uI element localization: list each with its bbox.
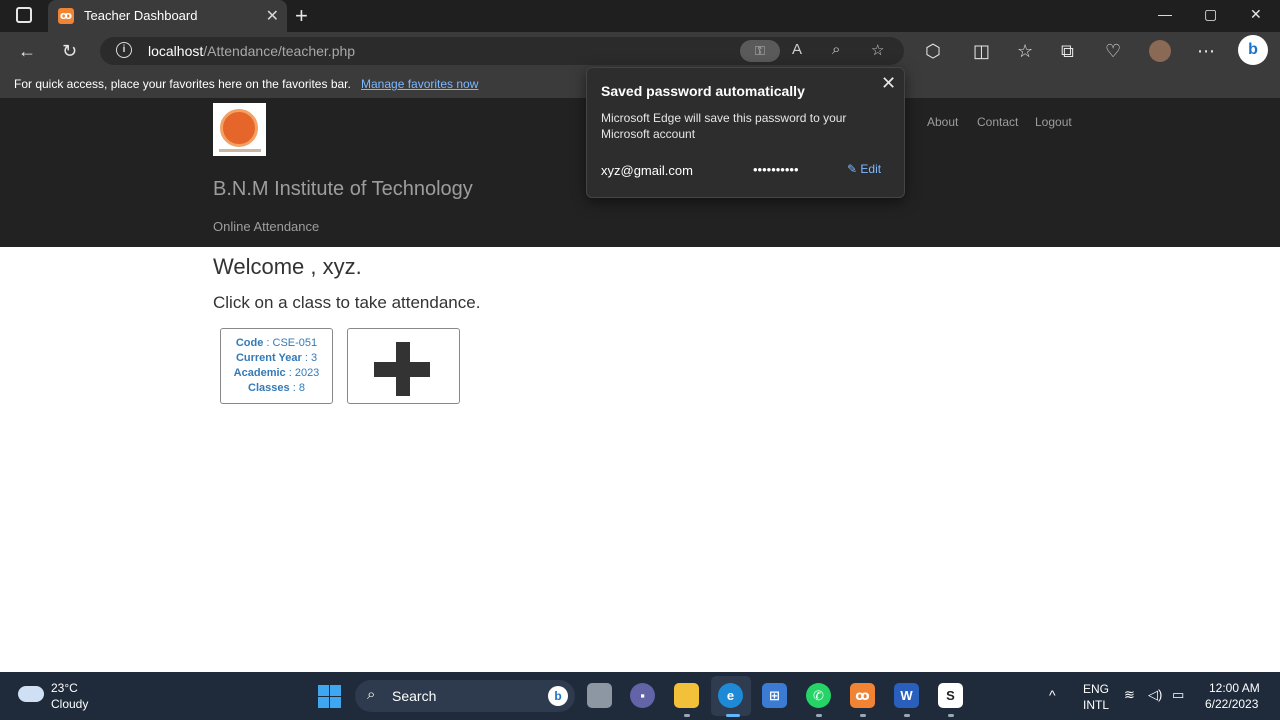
classes-label: Classes — [248, 382, 290, 394]
tab-close-icon[interactable]: ✕ — [266, 6, 279, 26]
profile-avatar[interactable] — [1149, 40, 1171, 62]
browser-tab-bar: ꝏ Teacher Dashboard ✕ + — ▢ ✕ — [0, 0, 1280, 32]
read-aloud-icon[interactable]: A — [792, 41, 802, 58]
window-close-icon[interactable]: ✕ — [1250, 6, 1262, 23]
show-hidden-icons-icon[interactable]: ^ — [1049, 687, 1056, 703]
weather-condition: Cloudy — [51, 697, 89, 711]
back-icon[interactable]: ← — [18, 40, 36, 62]
tab-title: Teacher Dashboard — [84, 8, 198, 23]
classes-value: 8 — [298, 382, 305, 394]
whatsapp-icon[interactable]: ✆ — [806, 683, 831, 708]
file-explorer-icon[interactable] — [674, 683, 699, 708]
clock-date[interactable]: 6/22/2023 — [1205, 697, 1258, 711]
popup-title: Saved password automatically — [601, 83, 805, 99]
url-text[interactable]: localhost/Attendance/teacher.php — [148, 43, 355, 59]
code-value: CSE-051 — [272, 337, 318, 349]
collections-icon[interactable]: ⧉ — [1061, 40, 1074, 62]
xampp-icon[interactable]: ꝏ — [850, 683, 875, 708]
split-screen-icon[interactable]: ◫ — [973, 40, 990, 62]
site-subtitle: Online Attendance — [213, 219, 320, 234]
word-icon[interactable]: W — [894, 683, 919, 708]
volume-icon[interactable]: ◁) — [1148, 687, 1162, 703]
wifi-icon[interactable]: ≋ — [1124, 687, 1135, 703]
search-label: Search — [392, 688, 437, 704]
academic-value: 2023 — [294, 367, 320, 379]
institute-logo[interactable] — [213, 103, 266, 156]
manage-favorites-link[interactable]: Manage favorites now — [361, 77, 478, 91]
task-view-icon[interactable] — [587, 683, 612, 708]
edit-password-button[interactable]: ✎ Edit — [847, 162, 881, 176]
start-button[interactable] — [318, 685, 341, 708]
sublime-text-icon[interactable]: S — [938, 683, 963, 708]
language-bottom[interactable]: INTL — [1083, 698, 1109, 712]
browser-essentials-icon[interactable]: ♡ — [1105, 40, 1121, 62]
microsoft-store-icon[interactable]: ⊞ — [762, 683, 787, 708]
welcome-heading: Welcome , xyz. — [213, 254, 362, 279]
nav-contact[interactable]: Contact — [977, 115, 1018, 129]
site-info-icon[interactable]: i — [116, 42, 132, 58]
favorites-bar-message: For quick access, place your favorites h… — [14, 77, 351, 91]
nav-about[interactable]: About — [927, 115, 958, 129]
zoom-icon[interactable]: ⌕ — [832, 41, 840, 58]
favorite-star-icon[interactable]: ☆ — [871, 41, 884, 59]
popup-close-icon[interactable]: ✕ — [881, 73, 896, 94]
add-class-button[interactable] — [347, 328, 460, 404]
teams-chat-icon[interactable]: ▪ — [630, 683, 655, 708]
new-tab-icon[interactable]: + — [295, 3, 308, 29]
weather-temperature: 23°C — [51, 681, 78, 695]
saved-email: xyz@gmail.com — [601, 163, 693, 178]
instruction-text: Click on a class to take attendance. — [213, 293, 481, 312]
year-label: Current Year — [235, 352, 302, 364]
minimize-icon[interactable]: — — [1158, 6, 1172, 22]
popup-description: Microsoft Edge will save this password t… — [601, 111, 847, 141]
clock-time[interactable]: 12:00 AM — [1209, 681, 1260, 695]
bing-copilot-icon[interactable]: b — [1238, 35, 1268, 65]
windows-taskbar: 23°C Cloudy ⌕ Search b ▪ e ⊞ ✆ ꝏ W S ^ E… — [0, 672, 1280, 720]
taskbar-search[interactable]: ⌕ Search b — [355, 680, 575, 712]
code-label: Code — [235, 337, 264, 349]
cloud-icon — [18, 686, 44, 702]
tab-actions-icon[interactable] — [16, 7, 32, 23]
maximize-icon[interactable]: ▢ — [1204, 6, 1217, 23]
saved-password-mask: •••••••••• — [753, 162, 799, 177]
year-value: 3 — [310, 352, 318, 364]
password-key-icon[interactable]: ⚿ — [740, 40, 780, 62]
edge-browser-icon[interactable]: e — [718, 683, 743, 708]
browser-toolbar: ← ↻ i localhost/Attendance/teacher.php ⚿… — [0, 32, 1280, 70]
more-options-icon[interactable]: ⋯ — [1197, 40, 1215, 62]
refresh-icon[interactable]: ↻ — [62, 40, 77, 62]
bing-icon[interactable]: b — [548, 686, 568, 706]
battery-icon[interactable]: ▭ — [1172, 687, 1184, 703]
language-top[interactable]: ENG — [1083, 682, 1109, 696]
search-icon: ⌕ — [367, 686, 376, 703]
active-tab[interactable]: ꝏ Teacher Dashboard ✕ — [48, 0, 287, 32]
pencil-icon: ✎ — [847, 162, 861, 176]
xampp-favicon-icon: ꝏ — [58, 8, 74, 24]
extensions-icon[interactable]: ⬡ — [925, 40, 941, 62]
academic-label: Academic — [233, 367, 286, 379]
address-bar[interactable]: i localhost/Attendance/teacher.php ⚿ A ⌕… — [100, 37, 904, 65]
site-brand[interactable]: B.N.M Institute of Technology — [213, 178, 473, 201]
favorites-icon[interactable]: ☆ — [1017, 40, 1033, 62]
password-saved-popup: Saved password automatically ✕ Microsoft… — [586, 67, 905, 198]
class-card[interactable]: Code : CSE-051 Current Year : 3 Academic… — [220, 328, 333, 404]
nav-logout[interactable]: Logout — [1035, 115, 1072, 129]
